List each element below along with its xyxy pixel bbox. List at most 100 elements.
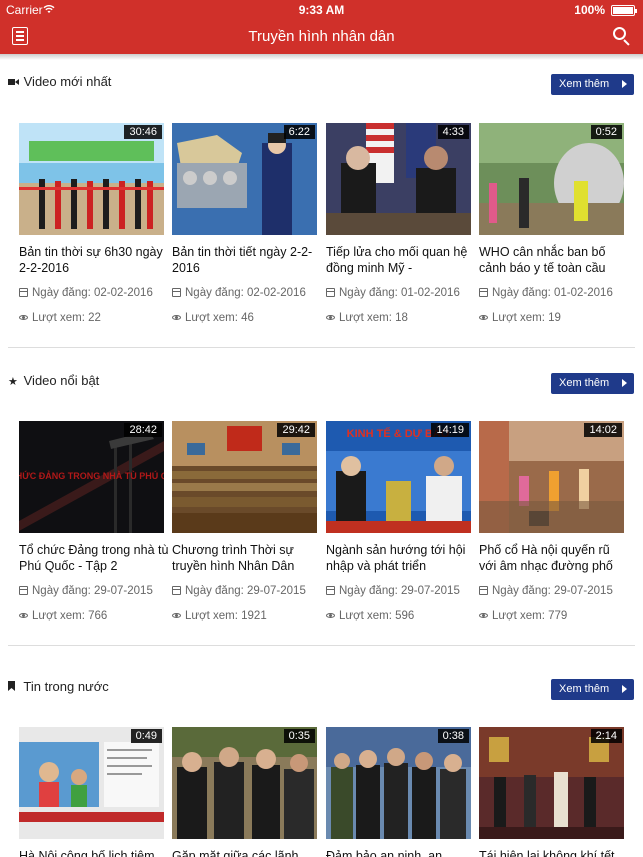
video-duration: 0:38: [437, 729, 469, 743]
view-count: Lượt xem: 779: [479, 610, 567, 622]
publish-date-text: Ngày đăng: 02-02-2016: [32, 287, 153, 299]
play-arrow-icon: [622, 685, 627, 693]
calendar-icon: [172, 288, 181, 297]
see-more-label: Xem thêm: [559, 78, 610, 90]
video-title[interactable]: Ngành sản hướng tới hội nhập và phát tri…: [326, 542, 476, 574]
video-title[interactable]: Gặp mặt giữa các lãnh: [172, 848, 322, 857]
view-count-text: Lượt xem: 1921: [185, 610, 267, 622]
see-more-button[interactable]: Xem thêm: [551, 373, 634, 394]
section-heading: Video mới nhất: [8, 74, 111, 89]
publish-date-text: Ngày đăng: 01-02-2016: [492, 287, 613, 299]
view-count: Lượt xem: 19: [479, 312, 561, 324]
video-title[interactable]: Chương trình Thời sự truyền hình Nhân Dâ…: [172, 542, 322, 574]
calendar-icon: [19, 288, 28, 297]
section-title: Video nổi bật: [23, 373, 100, 388]
play-arrow-icon: [622, 379, 627, 387]
video-thumbnail[interactable]: 2:14: [479, 727, 624, 839]
video-duration: 28:42: [124, 423, 162, 437]
publish-date-text: Ngày đăng: 02-02-2016: [185, 287, 306, 299]
publish-date-text: Ngày đăng: 29-07-2015: [32, 585, 153, 597]
eye-icon: [479, 613, 488, 618]
view-count-text: Lượt xem: 779: [492, 610, 568, 622]
calendar-icon: [326, 288, 335, 297]
video-duration: 0:35: [283, 729, 315, 743]
video-thumbnail[interactable]: TỔ CHỨC ĐẢNG TRONG NHÀ TÙ PHÚ QUỐC 28:42: [19, 421, 164, 533]
video-thumbnail[interactable]: KINH TẾ & DỰ BÁO 14:19: [326, 421, 471, 533]
section-title: Tin trong nước: [23, 679, 109, 694]
view-count: Lượt xem: 1921: [172, 610, 267, 622]
section-title: Video mới nhất: [23, 74, 112, 89]
video-thumbnail[interactable]: 4:33: [326, 123, 471, 235]
publish-date: Ngày đăng: 01-02-2016: [479, 287, 613, 299]
video-title[interactable]: Tổ chức Đảng trong nhà tù Phú Quốc - Tập…: [19, 542, 169, 574]
video-title[interactable]: Bản tin thời tiết ngày 2-2-2016: [172, 244, 322, 276]
view-count-text: Lượt xem: 766: [32, 610, 108, 622]
see-more-label: Xem thêm: [559, 377, 610, 389]
view-count: Lượt xem: 18: [326, 312, 408, 324]
section-domestic-news: Tin trong nước Xem thêm 0:49 Hà Nội công…: [0, 679, 643, 857]
header-shadow: [0, 54, 643, 60]
publish-date: Ngày đăng: 29-07-2015: [479, 585, 613, 597]
publish-date: Ngày đăng: 29-07-2015: [326, 585, 460, 597]
publish-date: Ngày đăng: 29-07-2015: [19, 585, 153, 597]
video-duration: 29:42: [277, 423, 315, 437]
video-title[interactable]: Hà Nội công bố lịch tiêm: [19, 848, 169, 857]
video-duration: 14:19: [431, 423, 469, 437]
video-duration: 4:33: [437, 125, 469, 139]
video-title[interactable]: Phố cổ Hà nội quyến rũ với âm nhạc đường…: [479, 542, 629, 574]
video-thumbnail[interactable]: 14:02: [479, 421, 624, 533]
video-thumbnail[interactable]: 0:35: [172, 727, 317, 839]
eye-icon: [19, 315, 28, 320]
section-heading: ★ Video nổi bật: [8, 373, 99, 388]
star-icon: ★: [8, 376, 18, 388]
eye-icon: [172, 315, 181, 320]
view-count-text: Lượt xem: 19: [492, 312, 561, 324]
search-icon[interactable]: [613, 27, 631, 46]
battery-icon: [611, 5, 637, 16]
calendar-icon: [19, 586, 28, 595]
see-more-button[interactable]: Xem thêm: [551, 679, 634, 700]
video-title[interactable]: Tái hiện lại không khí tết: [479, 848, 629, 857]
calendar-icon: [479, 288, 488, 297]
eye-icon: [326, 315, 335, 320]
app-header: Truyền hình nhân dân: [0, 20, 643, 54]
section-divider: [8, 347, 635, 348]
video-thumbnail[interactable]: 29:42: [172, 421, 317, 533]
video-duration: 30:46: [124, 125, 162, 139]
view-count-text: Lượt xem: 18: [339, 312, 408, 324]
section-divider: [8, 645, 635, 646]
view-count: Lượt xem: 22: [19, 312, 101, 324]
eye-icon: [479, 315, 488, 320]
video-camera-icon: [8, 77, 20, 89]
video-thumbnail[interactable]: 0:38: [326, 727, 471, 839]
video-thumbnail[interactable]: 6:22: [172, 123, 317, 235]
publish-date-text: Ngày đăng: 29-07-2015: [339, 585, 460, 597]
publish-date-text: Ngày đăng: 29-07-2015: [492, 585, 613, 597]
battery-percent: 100%: [574, 3, 605, 17]
video-thumbnail[interactable]: 0:52: [479, 123, 624, 235]
calendar-icon: [172, 586, 181, 595]
section-latest-videos: Video mới nhất Xem thêm 30:46 Bản tin th…: [0, 74, 643, 336]
calendar-icon: [326, 586, 335, 595]
calendar-icon: [479, 586, 488, 595]
eye-icon: [172, 613, 181, 618]
section-featured-videos: ★ Video nổi bật Xem thêm TỔ CHỨC ĐẢNG TR…: [0, 373, 643, 635]
video-title[interactable]: WHO cân nhắc ban bố cảnh báo y tế toàn c…: [479, 244, 629, 276]
eye-icon: [326, 613, 335, 618]
video-duration: 0:49: [130, 729, 162, 743]
video-duration: 2:14: [590, 729, 622, 743]
status-bar: Carrier 9:33 AM 100%: [0, 0, 643, 20]
video-title[interactable]: Bản tin thời sự 6h30 ngày 2-2-2016: [19, 244, 169, 276]
page-title: Truyền hình nhân dân: [248, 28, 395, 45]
thumbnail-overlay-text: TỔ CHỨC ĐẢNG TRONG NHÀ TÙ PHÚ QUỐC: [19, 470, 164, 481]
video-thumbnail[interactable]: 30:46: [19, 123, 164, 235]
bookmark-icon: [8, 681, 20, 694]
video-title[interactable]: Tiếp lửa cho mối quan hệ đồng minh Mỹ -: [326, 244, 476, 276]
video-thumbnail[interactable]: 0:49: [19, 727, 164, 839]
video-title[interactable]: Đảm bảo an ninh, an: [326, 848, 476, 857]
publish-date: Ngày đăng: 29-07-2015: [172, 585, 306, 597]
video-duration: 6:22: [283, 125, 315, 139]
see-more-button[interactable]: Xem thêm: [551, 74, 634, 95]
section-heading: Tin trong nước: [8, 679, 109, 694]
view-count-text: Lượt xem: 596: [339, 610, 415, 622]
